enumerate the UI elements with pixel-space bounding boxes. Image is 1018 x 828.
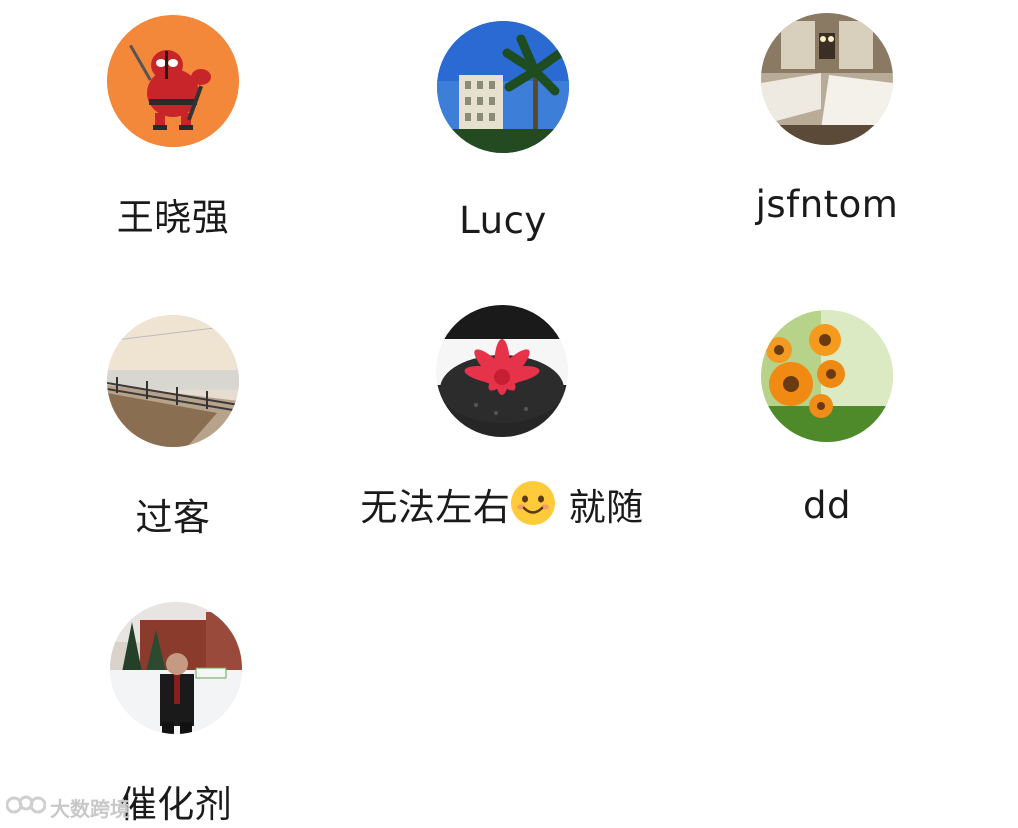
red-succulent-avatar-icon[interactable] bbox=[436, 305, 568, 437]
contact-name-suffix: 就随 bbox=[568, 486, 644, 529]
contact-grid-page: 王晓强 Lucy jsfntom 过客 无法左右 就随 dd 催化剂 大数跨境 bbox=[0, 0, 1018, 828]
contact-item[interactable]: 王晓强 bbox=[43, 15, 303, 255]
contact-item[interactable]: 无法左右 就随 bbox=[360, 305, 643, 545]
contact-item[interactable]: Lucy bbox=[373, 21, 633, 261]
man-in-snow-avatar-icon[interactable] bbox=[110, 602, 242, 734]
contact-name: Lucy bbox=[459, 199, 547, 242]
railway-bridge-avatar-icon[interactable] bbox=[107, 315, 239, 447]
contact-item[interactable]: dd bbox=[697, 310, 957, 550]
contact-name: 王晓强 bbox=[116, 196, 230, 239]
contact-name-prefix: 无法左右 bbox=[360, 486, 511, 529]
sunflowers-avatar-icon[interactable] bbox=[761, 310, 893, 442]
contact-name: jsfntom bbox=[755, 183, 899, 226]
watermark-text: 大数跨境 bbox=[50, 796, 130, 821]
contact-name: dd bbox=[803, 484, 851, 527]
palm-building-sky-avatar-icon[interactable] bbox=[437, 21, 569, 153]
dashu-logo-icon bbox=[5, 793, 47, 822]
hotel-room-avatar-icon[interactable] bbox=[761, 13, 893, 145]
contact-item[interactable]: jsfntom bbox=[697, 13, 957, 253]
deadpool-cartoon-avatar-icon[interactable] bbox=[107, 15, 239, 147]
contact-item[interactable]: 过客 bbox=[43, 315, 303, 555]
contact-name: 无法左右 就随 bbox=[342, 477, 662, 535]
contact-name: 过客 bbox=[135, 496, 211, 539]
smiling-face-emoji-icon bbox=[510, 480, 556, 535]
watermark: 大数跨境 bbox=[5, 792, 130, 822]
